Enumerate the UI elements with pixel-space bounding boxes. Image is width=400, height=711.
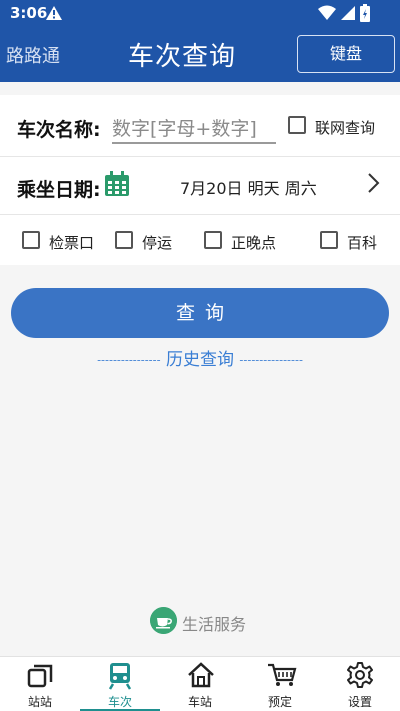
cart-icon (268, 663, 297, 686)
query-form: 车次名称: 数字[字母+数字] 联网查询 乘坐日期: 7月20日 明天 周六 检… (0, 95, 400, 265)
wifi-icon (318, 5, 336, 20)
title-bar: 路路通 车次查询 键盘 (0, 26, 400, 82)
nav-label-settings: 设置 (347, 695, 372, 709)
on-time-delay-checkbox[interactable] (204, 231, 222, 249)
station-to-station-icon (27, 664, 53, 688)
train-number-label: 车次名称: (17, 119, 101, 141)
suspended-checkbox[interactable] (115, 231, 133, 249)
query-button[interactable]: 查询 (11, 288, 389, 338)
on-time-delay-label: 正晚点 (231, 234, 277, 252)
nav-item-train[interactable]: 车次 (80, 657, 160, 711)
ticket-gate-label: 检票口 (49, 234, 95, 252)
train-icon (108, 663, 132, 690)
battery-icon (360, 4, 370, 22)
history-query-link[interactable]: ---------------- 历史查询 ---------------- (0, 345, 400, 370)
nav-label-station-to-station: 站站 (27, 695, 52, 709)
nav-label-booking: 预定 (267, 695, 292, 709)
online-query-checkbox[interactable] (288, 116, 306, 134)
divider-left: ---------------- (97, 353, 161, 367)
signal-icon (341, 6, 355, 20)
calendar-icon[interactable] (104, 171, 130, 197)
nav-label-station: 车站 (187, 695, 212, 709)
date-label: 乘坐日期: (17, 179, 101, 201)
nav-item-station-to-station[interactable]: 站站 (0, 657, 80, 711)
history-query-label[interactable]: 历史查询 (166, 350, 234, 370)
online-query-label: 联网查询 (315, 119, 376, 137)
gear-icon (347, 662, 373, 688)
home-station-icon (188, 662, 214, 688)
status-bar: 3:06 (0, 0, 400, 26)
ticket-gate-checkbox[interactable] (22, 231, 40, 249)
status-time: 3:06 (10, 4, 48, 22)
chevron-right-icon[interactable] (367, 172, 381, 194)
nav-item-settings[interactable]: 设置 (320, 657, 400, 711)
suspended-label: 停运 (142, 234, 173, 252)
train-number-row: 车次名称: 数字[字母+数字] 联网查询 (0, 95, 400, 157)
divider-right: ---------------- (239, 353, 303, 367)
warning-icon (46, 6, 62, 20)
bottom-nav: 站站 车次 车站 预定 设置 (0, 656, 400, 711)
encyclopedia-checkbox[interactable] (320, 231, 338, 249)
date-row[interactable]: 乘坐日期: 7月20日 明天 周六 (0, 157, 400, 215)
life-service-label[interactable]: 生活服务 (182, 611, 246, 635)
train-number-input[interactable]: 数字[字母+数字] (112, 114, 276, 144)
nav-item-station[interactable]: 车站 (160, 657, 240, 711)
keyboard-button[interactable]: 键盘 (297, 35, 395, 73)
date-value[interactable]: 7月20日 明天 周六 (180, 175, 317, 199)
coffee-cup-icon (150, 607, 177, 634)
nav-label-train: 车次 (107, 695, 132, 709)
nav-item-booking[interactable]: 预定 (240, 657, 320, 711)
encyclopedia-label: 百科 (347, 234, 378, 252)
